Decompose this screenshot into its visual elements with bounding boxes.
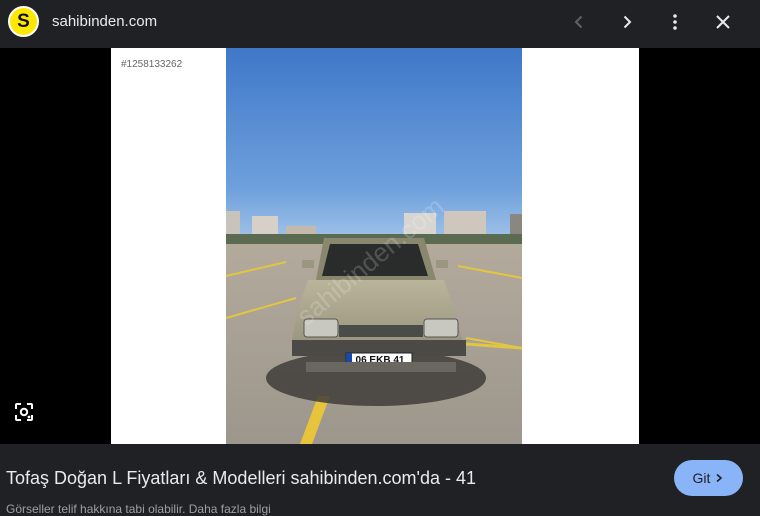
result-footer: Tofaş Doğan L Fiyatları & Modelleri sahi… xyxy=(0,444,760,516)
copyright-notice: Görseller telif hakkına tabi olabilir. D… xyxy=(6,502,271,516)
chevron-right-icon xyxy=(716,473,723,483)
next-button[interactable] xyxy=(612,7,642,37)
chevron-right-icon xyxy=(623,15,632,29)
visit-button[interactable]: Git xyxy=(674,460,743,496)
lens-search-button[interactable] xyxy=(12,400,36,424)
previous-button[interactable] xyxy=(564,7,594,37)
top-bar: S sahibinden.com xyxy=(0,0,760,44)
more-options-button[interactable] xyxy=(660,7,690,37)
result-title[interactable]: Tofaş Doğan L Fiyatları & Modelleri sahi… xyxy=(6,468,476,489)
image-viewer: #1258133262 06 EKB 41 sahibinden.com xyxy=(0,48,760,444)
more-vert-icon xyxy=(673,14,677,30)
visit-button-label: Git xyxy=(692,470,711,486)
close-icon xyxy=(716,15,730,29)
site-logo[interactable]: S xyxy=(8,6,39,37)
car-photo[interactable]: 06 EKB 41 sahibinden.com xyxy=(226,48,522,444)
lens-search-icon xyxy=(15,403,33,421)
chevron-left-icon xyxy=(574,15,583,29)
site-name-link[interactable]: sahibinden.com xyxy=(52,13,157,30)
close-button[interactable] xyxy=(708,7,738,37)
image-panel: #1258133262 06 EKB 41 sahibinden.com xyxy=(111,48,639,444)
listing-id: #1258133262 xyxy=(121,59,183,70)
